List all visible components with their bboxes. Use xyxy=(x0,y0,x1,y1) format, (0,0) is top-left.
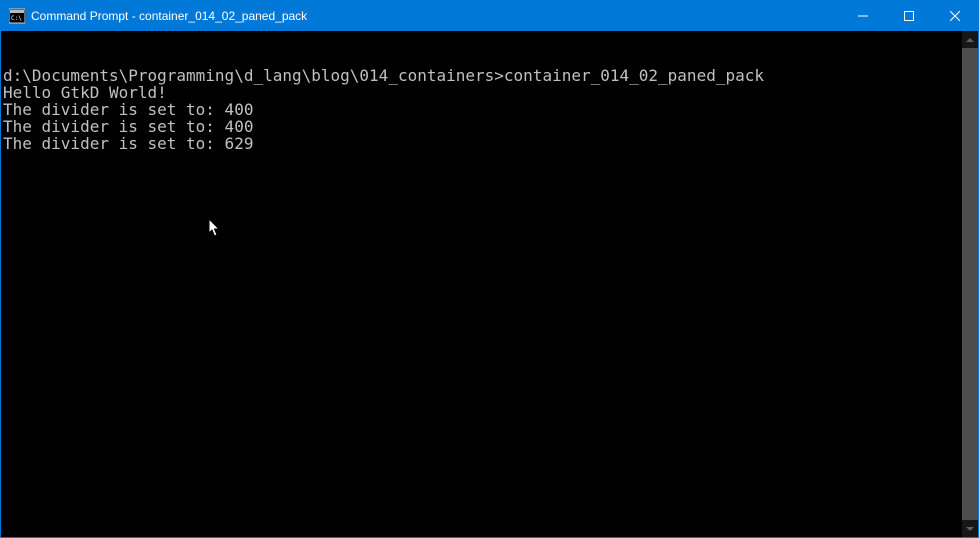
scrollbar-down-button[interactable] xyxy=(962,520,978,537)
window-title: Command Prompt - container_014_02_paned_… xyxy=(31,1,840,31)
output-line: The divider is set to: 400 xyxy=(3,101,962,118)
command-prompt-window: C:\ Command Prompt - container_014_02_pa… xyxy=(0,0,979,538)
output-line: The divider is set to: 400 xyxy=(3,118,962,135)
maximize-button[interactable] xyxy=(886,1,932,31)
output-line: The divider is set to: 629 xyxy=(3,135,962,152)
vertical-scrollbar[interactable] xyxy=(962,31,978,537)
scrollbar-thumb[interactable] xyxy=(962,48,978,520)
entered-command: container_014_02_paned_pack xyxy=(504,66,764,85)
console-body[interactable]: d:\Documents\Programming\d_lang\blog\014… xyxy=(1,31,978,537)
console-output[interactable]: d:\Documents\Programming\d_lang\blog\014… xyxy=(1,31,962,537)
prompt-line: d:\Documents\Programming\d_lang\blog\014… xyxy=(3,67,962,84)
output-line: Hello GtkD World! xyxy=(3,84,962,101)
titlebar[interactable]: C:\ Command Prompt - container_014_02_pa… xyxy=(1,1,978,31)
svg-text:C:\: C:\ xyxy=(11,15,22,22)
close-button[interactable] xyxy=(932,1,978,31)
cmd-icon: C:\ xyxy=(9,8,25,24)
minimize-button[interactable] xyxy=(840,1,886,31)
window-controls xyxy=(840,1,978,31)
scrollbar-up-button[interactable] xyxy=(962,31,978,48)
